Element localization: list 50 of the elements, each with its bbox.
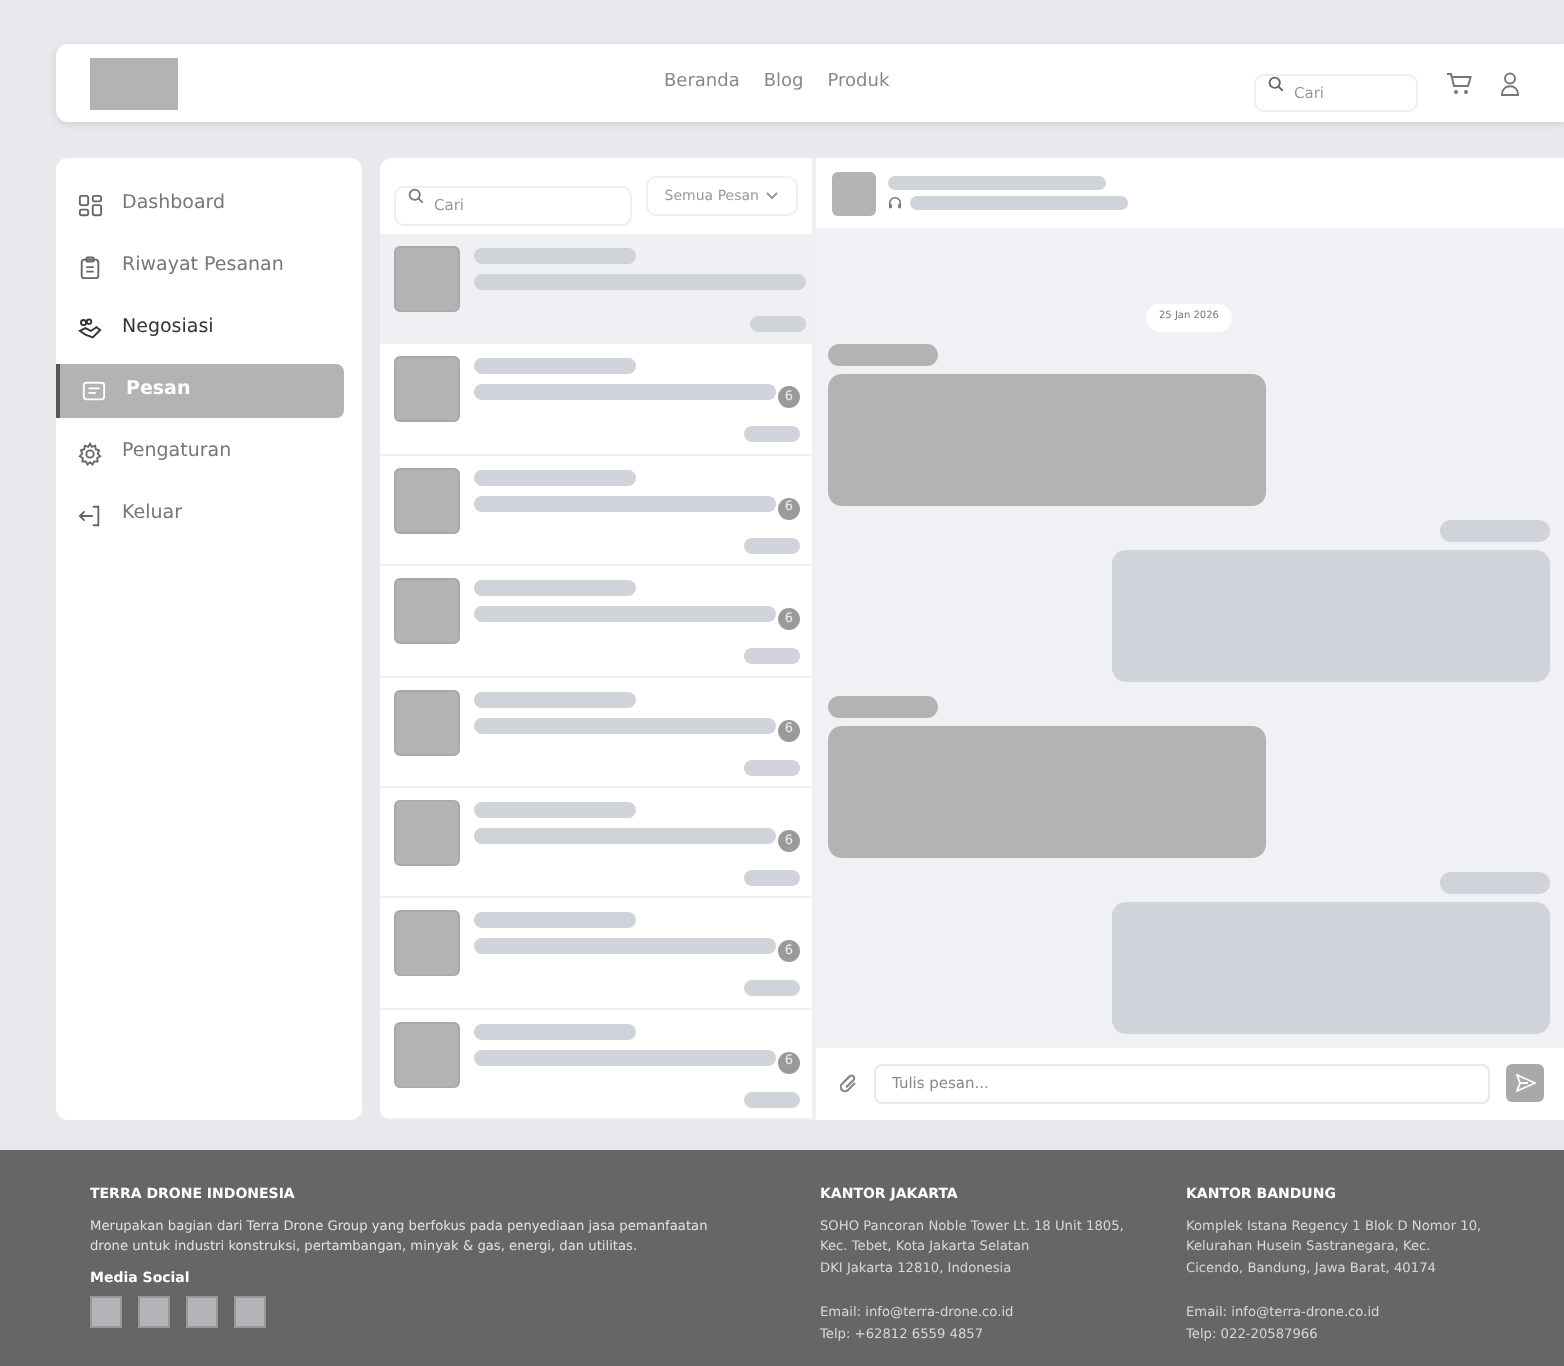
search-icon — [408, 188, 424, 204]
contact-avatar — [394, 246, 460, 312]
paperclip-icon[interactable] — [840, 1073, 858, 1094]
conversation-item[interactable] — [380, 234, 812, 345]
caret-icon — [766, 192, 779, 200]
cart-icon[interactable] — [1446, 71, 1472, 95]
social-icon[interactable] — [138, 1295, 170, 1328]
grid-icon — [78, 193, 102, 217]
send-icon — [1515, 1074, 1535, 1093]
contact-avatar — [394, 910, 460, 977]
nav-link[interactable]: Blog — [763, 69, 804, 97]
skeleton-bar — [744, 648, 800, 665]
skeleton-bar — [750, 316, 806, 332]
skeleton-bar — [828, 343, 938, 366]
skeleton-bar — [744, 426, 800, 443]
headset-icon — [888, 196, 902, 211]
social-icon[interactable] — [234, 1295, 266, 1328]
send-button[interactable] — [1506, 1064, 1544, 1103]
contact-avatar — [832, 171, 876, 216]
people-icon — [78, 317, 102, 341]
sidebar-item[interactable]: Keluar — [56, 488, 344, 542]
contact-avatar — [394, 689, 460, 756]
exit-icon — [78, 503, 102, 527]
skeleton-bar — [744, 869, 800, 886]
skeleton-bar — [828, 695, 938, 718]
skeleton-bar — [1440, 519, 1550, 542]
contact-avatar — [394, 356, 460, 423]
clipboard-icon — [78, 255, 102, 279]
skeleton-bar — [744, 1091, 800, 1108]
skeleton-bar — [744, 980, 800, 997]
nav-link[interactable]: Beranda — [664, 69, 740, 97]
sidebar-item[interactable]: Pesan — [56, 364, 344, 418]
search-icon — [1268, 75, 1284, 91]
gear-icon — [78, 441, 102, 465]
social-icon[interactable] — [90, 1295, 122, 1328]
contact-avatar — [394, 799, 460, 866]
nav-link[interactable]: Produk — [827, 69, 890, 97]
sidebar-item[interactable]: Riwayat Pesanan — [56, 240, 344, 294]
chat-icon — [82, 379, 106, 403]
sidebar-item[interactable]: Negosiasi — [56, 302, 344, 356]
skeleton-bar — [744, 759, 800, 776]
skeleton-bar — [1440, 871, 1550, 894]
contact-avatar — [394, 578, 460, 645]
skeleton-bar — [744, 537, 800, 554]
sidebar-item[interactable]: Dashboard — [56, 178, 344, 232]
contact-avatar — [394, 467, 460, 534]
social-icon[interactable] — [186, 1295, 218, 1328]
sidebar-item[interactable]: Pengaturan — [56, 426, 344, 480]
user-icon[interactable] — [1500, 71, 1520, 95]
contact-avatar — [394, 1021, 460, 1088]
